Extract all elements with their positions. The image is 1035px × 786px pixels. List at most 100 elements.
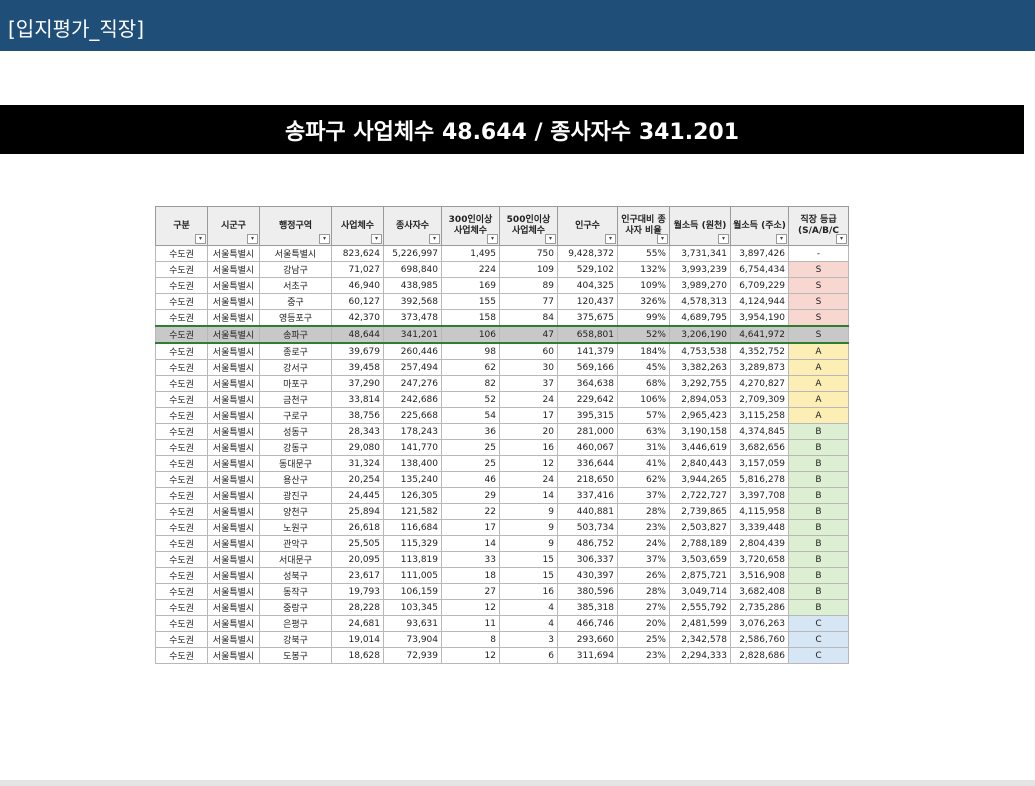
table-cell[interactable]: 28%: [617, 503, 670, 520]
table-cell[interactable]: 20: [499, 423, 558, 440]
table-cell[interactable]: C: [788, 631, 849, 648]
table-cell[interactable]: B: [788, 583, 849, 600]
table-cell[interactable]: 3,049,714: [669, 583, 731, 600]
table-cell[interactable]: 37%: [617, 551, 670, 568]
table-cell[interactable]: 823,624: [331, 245, 384, 262]
table-cell[interactable]: S: [788, 277, 849, 294]
table-cell[interactable]: 서울특별시: [207, 391, 260, 408]
table-cell[interactable]: 106%: [617, 391, 670, 408]
table-cell[interactable]: 99%: [617, 309, 670, 327]
table-cell[interactable]: 20,095: [331, 551, 384, 568]
table-cell[interactable]: 서울특별시: [259, 245, 332, 262]
table-cell[interactable]: 서울특별시: [207, 325, 260, 344]
table-cell[interactable]: 529,102: [557, 261, 618, 278]
table-cell[interactable]: 281,000: [557, 423, 618, 440]
table-cell[interactable]: 41%: [617, 455, 670, 472]
table-cell[interactable]: 395,315: [557, 407, 618, 424]
table-cell[interactable]: B: [788, 487, 849, 504]
table-cell[interactable]: 9: [499, 503, 558, 520]
table-cell[interactable]: 서울특별시: [207, 503, 260, 520]
filter-dropdown-icon[interactable]: ▾: [545, 234, 556, 244]
table-cell[interactable]: 서울특별시: [207, 583, 260, 600]
table-row[interactable]: 수도권 서울특별시 은평구 24,681 93,631 11 4 466,746 20% 2,48…: [155, 615, 849, 632]
table-cell[interactable]: A: [788, 407, 849, 424]
table-cell[interactable]: 111,005: [383, 567, 442, 584]
table-row[interactable]: 수도권 서울특별시 서대문구 20,095 113,819 33 15 306,337 37% 3…: [155, 551, 849, 568]
table-row[interactable]: 수도권 서울특별시 양천구 25,894 121,582 22 9 440,881 28% 2,7…: [155, 503, 849, 520]
table-cell[interactable]: 서울특별시: [207, 375, 260, 392]
table-cell[interactable]: 72,939: [383, 647, 442, 664]
table-cell[interactable]: 서대문구: [259, 551, 332, 568]
table-cell[interactable]: 30: [499, 359, 558, 376]
table-cell[interactable]: 18: [441, 567, 500, 584]
table-cell[interactable]: A: [788, 375, 849, 392]
table-cell[interactable]: 24,681: [331, 615, 384, 632]
table-cell[interactable]: 서울특별시: [207, 631, 260, 648]
table-cell[interactable]: 5,226,997: [383, 245, 442, 262]
table-cell[interactable]: 132%: [617, 261, 670, 278]
table-cell[interactable]: 29: [441, 487, 500, 504]
table-cell[interactable]: 31,324: [331, 455, 384, 472]
table-cell[interactable]: 수도권: [155, 293, 208, 310]
table-cell[interactable]: 24: [499, 391, 558, 408]
table-cell[interactable]: 3,382,263: [669, 359, 731, 376]
table-cell[interactable]: 54: [441, 407, 500, 424]
table-cell[interactable]: 12: [441, 599, 500, 616]
filter-dropdown-icon[interactable]: ▾: [371, 234, 382, 244]
table-cell[interactable]: 750: [499, 245, 558, 262]
table-row[interactable]: 수도권 서울특별시 동작구 19,793 106,159 27 16 380,596 28% 3,…: [155, 583, 849, 600]
table-cell[interactable]: 24%: [617, 535, 670, 552]
table-cell[interactable]: 22: [441, 503, 500, 520]
table-cell[interactable]: 438,985: [383, 277, 442, 294]
table-cell[interactable]: 18,628: [331, 647, 384, 664]
table-cell[interactable]: 218,650: [557, 471, 618, 488]
table-cell[interactable]: 9: [499, 535, 558, 552]
table-cell[interactable]: 2,503,827: [669, 519, 731, 536]
table-cell[interactable]: 3,731,341: [669, 245, 731, 262]
table-cell[interactable]: 중구: [259, 293, 332, 310]
table-cell[interactable]: 강북구: [259, 631, 332, 648]
filter-dropdown-icon[interactable]: ▾: [776, 234, 787, 244]
table-cell[interactable]: 503,734: [557, 519, 618, 536]
table-cell[interactable]: 3,076,263: [730, 615, 789, 632]
table-cell[interactable]: 6,709,229: [730, 277, 789, 294]
table-cell[interactable]: S: [788, 309, 849, 327]
table-cell[interactable]: 1,495: [441, 245, 500, 262]
table-cell[interactable]: 33: [441, 551, 500, 568]
table-cell[interactable]: 225,668: [383, 407, 442, 424]
table-cell[interactable]: 2,828,686: [730, 647, 789, 664]
table-row[interactable]: 수도권 서울특별시 강서구 39,458 257,494 62 30 569,166 45% 3,…: [155, 359, 849, 376]
table-cell[interactable]: 12: [499, 455, 558, 472]
table-cell[interactable]: 39,679: [331, 342, 384, 360]
table-cell[interactable]: -: [788, 245, 849, 262]
table-cell[interactable]: 25,505: [331, 535, 384, 552]
table-cell[interactable]: 115,329: [383, 535, 442, 552]
table-cell[interactable]: B: [788, 551, 849, 568]
table-row[interactable]: 수도권 서울특별시 광진구 24,445 126,305 29 14 337,416 37% 2,…: [155, 487, 849, 504]
table-cell[interactable]: 수도권: [155, 487, 208, 504]
filter-dropdown-icon[interactable]: ▾: [429, 234, 440, 244]
table-cell[interactable]: 25,894: [331, 503, 384, 520]
table-cell[interactable]: 4,753,538: [669, 342, 731, 360]
table-cell[interactable]: 373,478: [383, 309, 442, 327]
table-cell[interactable]: 6,754,434: [730, 261, 789, 278]
table-cell[interactable]: 2,722,727: [669, 487, 731, 504]
table-cell[interactable]: 57%: [617, 407, 670, 424]
table-cell[interactable]: B: [788, 503, 849, 520]
table-cell[interactable]: 26,618: [331, 519, 384, 536]
table-cell[interactable]: 마포구: [259, 375, 332, 392]
table-cell[interactable]: 23%: [617, 519, 670, 536]
table-cell[interactable]: B: [788, 439, 849, 456]
table-cell[interactable]: 3,206,190: [669, 325, 731, 344]
table-cell[interactable]: 8: [441, 631, 500, 648]
table-row[interactable]: 수도권 서울특별시 서초구 46,940 438,985 169 89 404,325 109%…: [155, 277, 849, 294]
table-cell[interactable]: 27: [441, 583, 500, 600]
table-cell[interactable]: 178,243: [383, 423, 442, 440]
table-cell[interactable]: 양천구: [259, 503, 332, 520]
table-cell[interactable]: 15: [499, 567, 558, 584]
table-cell[interactable]: 60: [499, 342, 558, 360]
table-row[interactable]: 수도권 서울특별시 금천구 33,814 242,686 52 24 229,642 106% 2…: [155, 391, 849, 408]
table-cell[interactable]: 20%: [617, 615, 670, 632]
table-row[interactable]: 수도권 서울특별시 마포구 37,290 247,276 82 37 364,638 68% 3,…: [155, 375, 849, 392]
table-cell[interactable]: 3,682,408: [730, 583, 789, 600]
